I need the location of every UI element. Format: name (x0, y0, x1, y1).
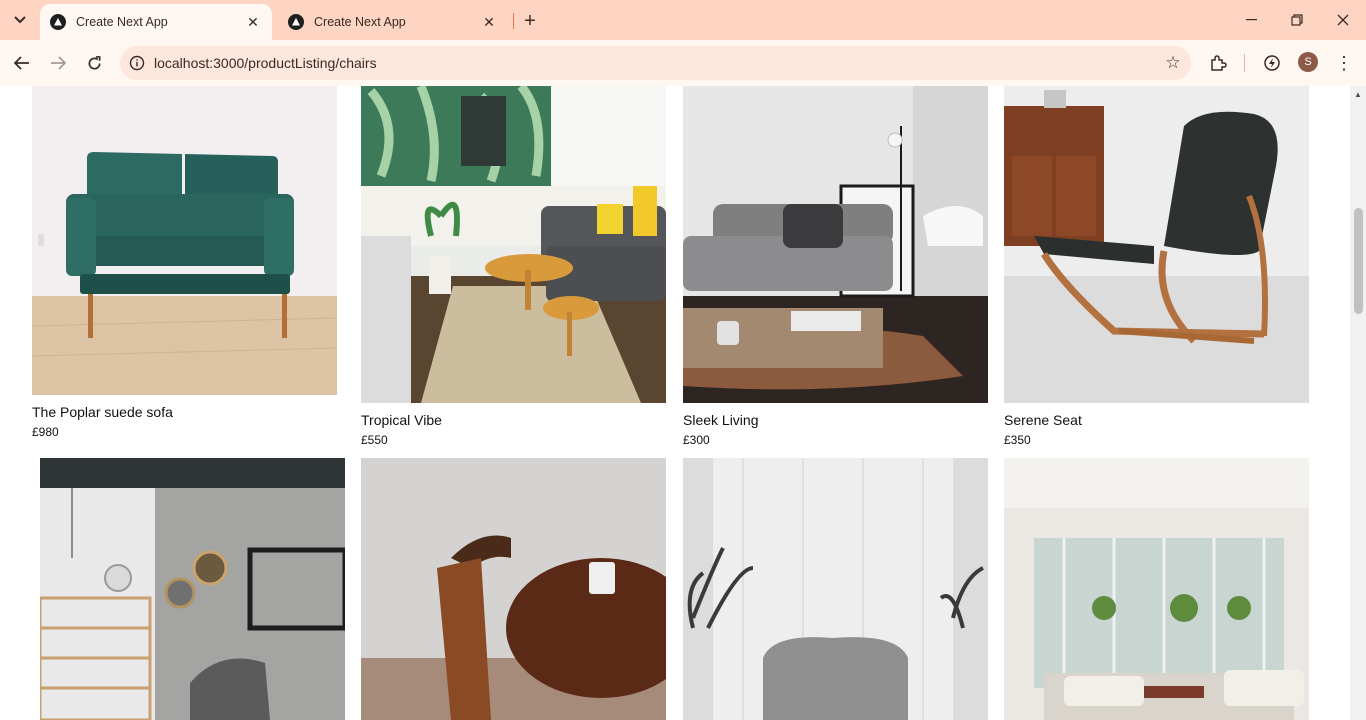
product-price: £300 (683, 433, 710, 447)
new-tab-plus-icon[interactable]: + (519, 10, 541, 32)
browser-toolbar: localhost:3000/productListing/chairs ☆ S… (0, 40, 1366, 86)
product-card[interactable]: The Poplar suede sofa £980 (32, 86, 337, 439)
product-price: £550 (361, 433, 388, 447)
scroll-up-arrow-icon[interactable]: ▲ (1350, 86, 1366, 102)
tab-divider (513, 13, 514, 29)
tab-strip: Create Next App ✕ Create Next App ✕ + (0, 0, 1366, 40)
profile-avatar[interactable]: S (1298, 52, 1318, 72)
address-bar[interactable]: localhost:3000/productListing/chairs ☆ (120, 46, 1191, 80)
product-card[interactable] (40, 458, 345, 720)
scrollbar-thumb[interactable] (1354, 208, 1363, 314)
tab-create-next-app[interactable]: Create Next App ✕ (278, 4, 508, 40)
product-image-grey-sofa[interactable] (683, 86, 988, 403)
extensions-puzzle-icon[interactable] (1204, 49, 1232, 77)
tab-search-chevron-icon[interactable] (6, 8, 34, 32)
browser-menu-icon[interactable]: ⋮ (1332, 49, 1356, 77)
product-image-velvet-armchair[interactable] (683, 458, 988, 720)
product-card[interactable] (361, 458, 666, 720)
product-name[interactable]: Serene Seat (1004, 412, 1309, 428)
product-card[interactable] (683, 458, 988, 720)
product-card[interactable] (1004, 458, 1309, 720)
close-tab-icon[interactable]: ✕ (244, 13, 262, 31)
page-scrollbar[interactable]: ▲ (1350, 86, 1366, 720)
product-price: £350 (1004, 433, 1031, 447)
tab-create-next-app-active[interactable]: Create Next App ✕ (40, 4, 272, 40)
product-image-open-living-room[interactable] (1004, 458, 1309, 720)
minimize-icon[interactable] (1228, 6, 1274, 34)
product-image-lounge-chair[interactable] (1004, 86, 1309, 403)
product-card[interactable]: Serene Seat £350 (1004, 86, 1309, 447)
nextjs-favicon-icon (288, 14, 304, 30)
reload-icon[interactable] (80, 49, 108, 77)
product-price: £980 (32, 425, 59, 439)
product-name[interactable]: The Poplar suede sofa (32, 404, 337, 420)
performance-icon[interactable] (1258, 49, 1286, 77)
back-arrow-icon[interactable] (8, 49, 36, 77)
product-name[interactable]: Tropical Vibe (361, 412, 666, 428)
restore-window-icon[interactable] (1274, 6, 1320, 34)
bookmark-star-icon[interactable]: ☆ (1155, 46, 1191, 80)
page-viewport: The Poplar suede sofa £980 Tropical Vibe… (0, 86, 1350, 720)
tab-title: Create Next App (314, 15, 406, 29)
url-text[interactable]: localhost:3000/productListing/chairs (154, 55, 1155, 71)
product-card[interactable]: Sleek Living £300 (683, 86, 988, 447)
product-image-wooden-chair[interactable] (361, 458, 666, 720)
product-image-industrial-room[interactable] (40, 458, 345, 720)
product-card[interactable]: Tropical Vibe £550 (361, 86, 666, 447)
product-image-tropical-living-room[interactable] (361, 86, 666, 403)
site-info-icon[interactable] (120, 46, 154, 80)
product-image-green-sofa[interactable] (32, 86, 337, 395)
close-window-icon[interactable] (1320, 6, 1366, 34)
nextjs-favicon-icon (50, 14, 66, 30)
close-tab-icon[interactable]: ✕ (480, 13, 498, 31)
toolbar-divider (1244, 54, 1245, 72)
forward-arrow-icon[interactable] (44, 49, 72, 77)
product-name[interactable]: Sleek Living (683, 412, 988, 428)
tab-title: Create Next App (76, 15, 168, 29)
